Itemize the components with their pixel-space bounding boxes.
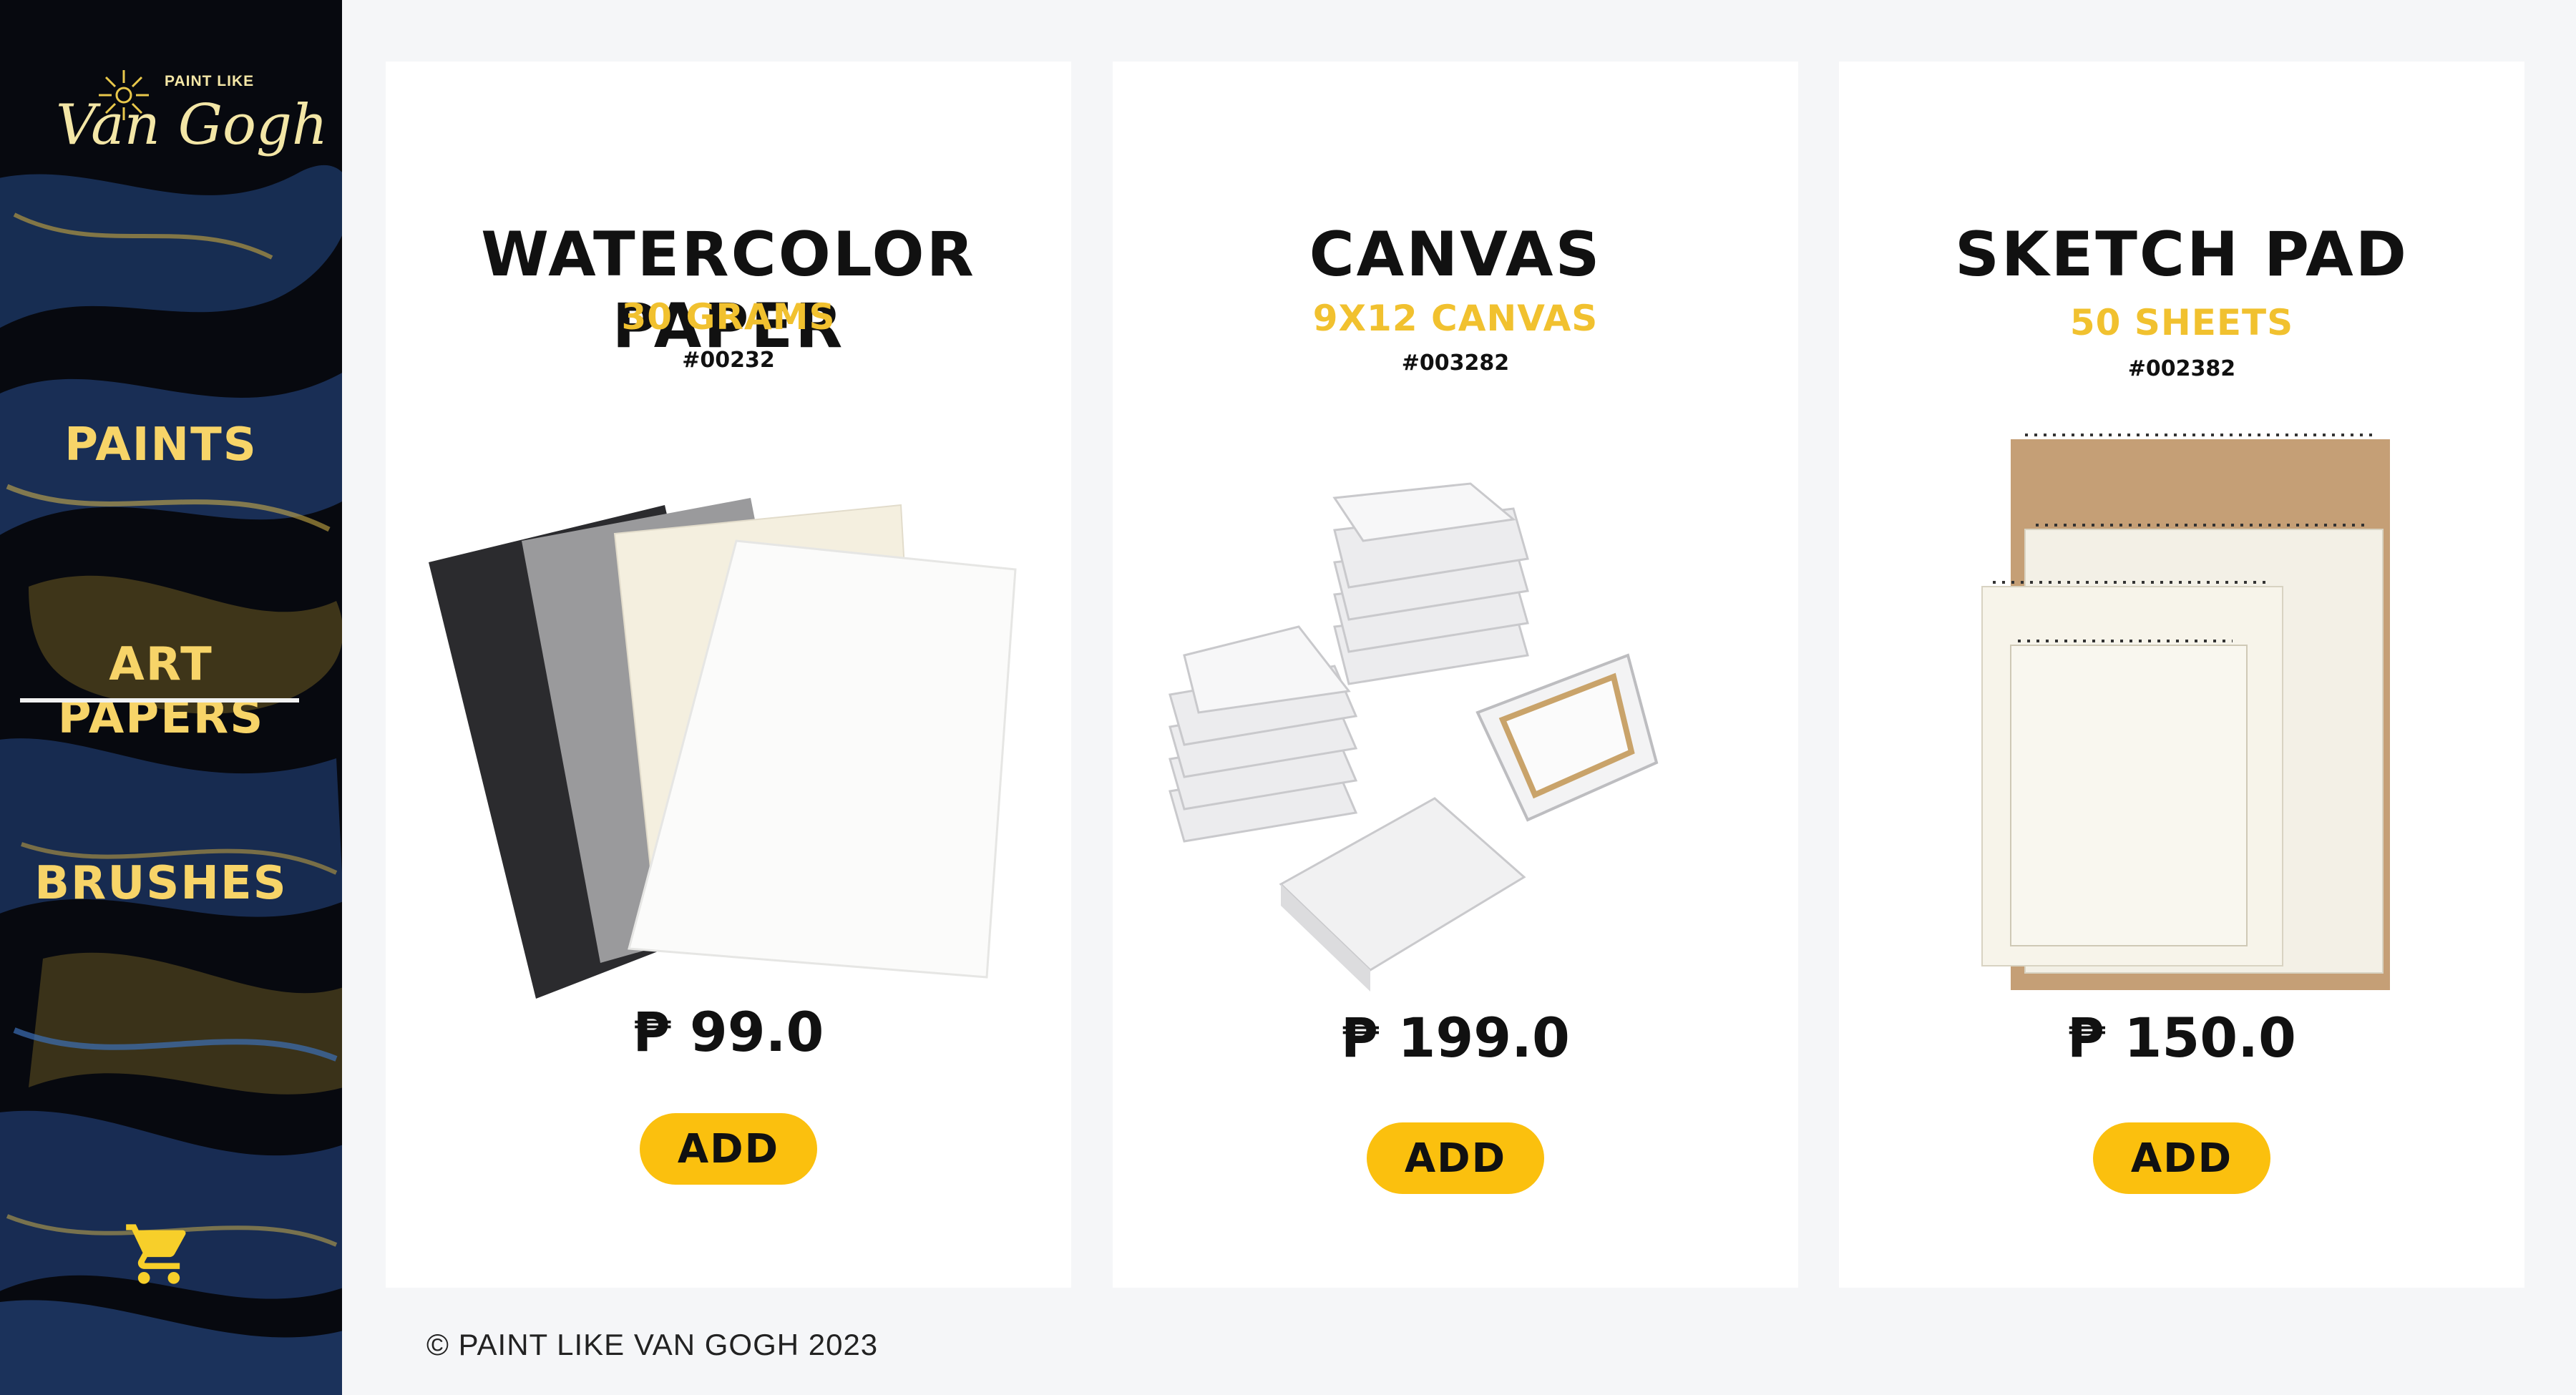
nav-item-paints[interactable]: PAINTS: [0, 418, 322, 471]
product-price: ₱ 99.0: [633, 1000, 824, 1064]
product-title: WATERCOLOR PAPER: [481, 219, 976, 362]
cart-icon[interactable]: [123, 1218, 195, 1290]
product-card-sketch-pad: SKETCH PAD 50 SHEETS #002382 ₱ 150.0 ADD: [1839, 62, 2524, 1288]
brand-name: Van Gogh: [56, 93, 328, 157]
nav-item-brushes[interactable]: BRUSHES: [0, 857, 322, 910]
nav-active-indicator: [20, 698, 299, 703]
product-card-canvas: CANVAS 9X12 CANVAS #003282 ₱ 199.0 ADD: [1113, 62, 1798, 1288]
product-price: ₱ 199.0: [1341, 1006, 1570, 1070]
product-code: #003282: [1401, 351, 1510, 376]
sketch-pad-image: [1981, 434, 2390, 990]
watercolor-paper-image: [429, 498, 1017, 999]
product-card-watercolor-paper: WATERCOLOR PAPER 30 GRAMS #00232 ₱ 99.0 …: [386, 62, 1071, 1288]
footer-copyright: © PAINT LIKE VAN GOGH 2023: [426, 1328, 879, 1361]
nav-item-art-papers[interactable]: ART PAPERS: [0, 638, 322, 744]
add-to-cart-button[interactable]: ADD: [2093, 1122, 2270, 1194]
product-price: ₱ 150.0: [2067, 1006, 2296, 1070]
product-subtitle: 50 SHEETS: [2069, 302, 2294, 343]
brand-logo[interactable]: PAINT LIKE Van Gogh: [50, 57, 328, 172]
sidebar: PAINT LIKE Van Gogh PAINTS ART PAPERS BR…: [0, 0, 342, 1395]
product-title: SKETCH PAD: [1954, 219, 2409, 290]
product-code: #002382: [2127, 356, 2236, 381]
product-title: CANVAS: [1309, 219, 1602, 290]
add-to-cart-button[interactable]: ADD: [640, 1113, 817, 1185]
canvas-image: [1169, 482, 1659, 992]
brand-small-text: PAINT LIKE: [165, 73, 255, 89]
product-subtitle: 30 GRAMS: [621, 296, 836, 338]
add-to-cart-button[interactable]: ADD: [1367, 1122, 1544, 1194]
product-subtitle: 9X12 CANVAS: [1312, 298, 1599, 339]
product-code: #00232: [682, 348, 775, 373]
